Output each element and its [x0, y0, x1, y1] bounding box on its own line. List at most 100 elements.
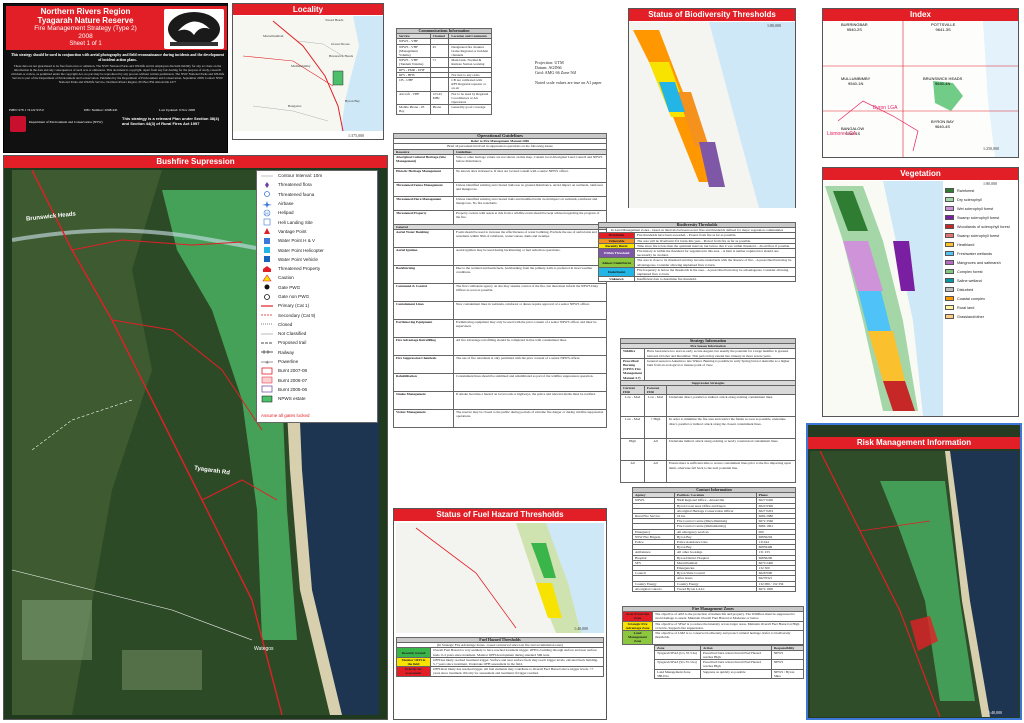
bushfire-panel: Bushfire Supression Brunswick Heads Tyag… — [3, 155, 388, 720]
supp-current: Low - Mod — [619, 394, 646, 418]
guideline-row: Historic Heritage Management No known sit… — [393, 167, 607, 183]
guideline-resource: Visitor Management — [393, 409, 454, 429]
legend-label: Railway — [278, 349, 295, 355]
locality-place-4: Tweed Heads — [325, 18, 344, 22]
fuel-row: Recently treated Overall Fuel Hazard is v… — [396, 647, 604, 658]
legend-item: Threatened fauna — [257, 190, 377, 199]
fuel-row: Monitor OFH in the field OFH has likely r… — [396, 656, 604, 668]
guideline-resource: Aerial Water Bombing — [393, 229, 454, 249]
guideline-row: Earthmoving Equipment Earthmoving equipme… — [393, 319, 607, 339]
zone-label: Land Management Zone — [622, 630, 653, 645]
guideline-row: Rehabilitation Containment lines should b… — [393, 373, 607, 393]
vegetation-legend: Rainforest Dry sclerophyll Wet sclerophyll… — [945, 186, 1017, 321]
supp-forecast: > High — [644, 416, 668, 440]
guideline-row: Threatened Property Property owners with … — [393, 209, 607, 225]
zones-table: Fire Management Zones Asset Protection Z… — [622, 605, 804, 645]
veg-label: Grassland/other — [957, 314, 985, 319]
fuel-map — [396, 523, 604, 633]
veg-swatch — [945, 269, 954, 274]
guideline-row: Smoke Management If smoke becomes a hazar… — [393, 391, 607, 411]
vegetation-scale: 1:80,000 — [983, 181, 998, 186]
contacts-table: Contact Information Agency Position / Lo… — [632, 486, 797, 593]
legend-item: Airbase — [257, 199, 377, 208]
index-tile-3[interactable]: MULLUMBIMBY 9540-1N — [841, 76, 870, 86]
legend-item: Not Classified — [257, 329, 377, 338]
index-tile-1[interactable]: BURRINGBAR 9540-2S — [841, 22, 868, 32]
tile-code: 9641-3S — [935, 27, 951, 32]
comms-row: NPWS - VHF (Tandem Volume) 71 Main Link. N… — [396, 57, 492, 68]
supp-text: In order to minimise the fire area and r… — [666, 416, 796, 440]
fuel-label: Monitor OFH in the field — [396, 656, 431, 668]
legend-label: Burnt 2007-08 — [278, 368, 308, 374]
comms-table: Communications Information Service Chann… — [396, 27, 492, 115]
veg-swatch — [945, 287, 954, 292]
zone-action-row: Tyagarah SFAZ (LG 55.3 ha) Prescribed bur… — [654, 649, 805, 661]
locality-place-7: Bangalow — [288, 104, 302, 108]
legend-item: Secondary (Cat 9) — [257, 310, 377, 319]
guideline-resource: Aerial Ignition — [393, 247, 454, 267]
guideline-text: Due to the wetland and heath fuels, back… — [453, 265, 607, 285]
legend-label: Heli Landing Site — [278, 219, 313, 225]
guideline-resource: Containment Lines — [393, 301, 454, 321]
bushfire-legend: Contour Interval: 10m Threatened flora Thr… — [256, 170, 378, 423]
projection-line-3: Grid: AMG 66 Zone 56J — [535, 70, 577, 75]
index-tile-2[interactable]: POTTSVILLE 9641-3S — [931, 22, 955, 32]
fuel-title: Status of Fuel Hazard Thresholds — [394, 509, 606, 521]
bio-text: The area is close to its threshold and m… — [634, 257, 796, 268]
veg-swatch — [945, 233, 954, 238]
guideline-text: All fire advantage retrofilling should b… — [453, 337, 607, 357]
legend-label: Caution — [278, 275, 294, 281]
zone-action-cell: Prescribed burn when Overall Fuel Hazard… — [699, 659, 772, 670]
comms-cell: 71 — [429, 57, 450, 68]
legend-label: Airbase — [278, 201, 294, 207]
supp-row: All All Ensure there is sufficient time to… — [619, 460, 796, 484]
legend-item: Water Point Helicopter — [257, 245, 377, 254]
guideline-resource: Rehabilitation — [393, 373, 454, 393]
vegetation-title: Vegetation — [823, 168, 1018, 180]
comms-cell: Aircraft - VHF — [396, 90, 431, 106]
contact-cell: Aboriginal contacts — [632, 585, 675, 593]
veg-legend-item: Swamp sclerophyll forest — [945, 231, 1017, 240]
legend-label: Water Point H & V — [278, 238, 316, 244]
veg-label: Dry sclerophyll — [957, 197, 982, 202]
legend-label: Powerline — [278, 359, 299, 365]
fuel-scale: 1:40,000 — [574, 626, 589, 631]
legend-item: Gate non PWG — [257, 292, 377, 301]
guideline-resource: Threatened Fauna Management — [393, 181, 454, 197]
guideline-row: Threatened Fauna Management Unless identi… — [393, 181, 607, 197]
guideline-resource: Earthmoving Equipment — [393, 319, 454, 339]
legend-label: Gate PWG — [278, 284, 301, 290]
veg-label: Swamp sclerophyll forest — [957, 215, 1000, 220]
strategy-panel: Strategy Information Fire Season Informa… — [619, 337, 796, 484]
veg-label: Woodlands of sclerophyll forest — [957, 224, 1010, 229]
bio-text: Fire history is within the threshold for… — [634, 247, 796, 259]
biodiversity-title: Status of Biodiversity Thresholds — [629, 9, 795, 21]
comms-cell: Mobile Phone - 03 Bay — [396, 104, 431, 115]
veg-swatch — [945, 224, 954, 229]
veg-legend-item: Disturbed — [945, 285, 1017, 294]
dept-text: Department of Environment and Conservati… — [29, 120, 103, 124]
legend-item: Closed — [257, 320, 377, 329]
zones-sub-table: Zone Action Responsibility Tyagarah SFAZ… — [654, 644, 805, 680]
guideline-resource: Fire Advantage Retrofilling — [393, 337, 454, 357]
year-title: 2008 — [78, 33, 93, 40]
veg-swatch — [945, 242, 954, 247]
legend-item: Burnt 2005-06 — [257, 385, 377, 394]
fuel-label: Recently treated — [396, 647, 431, 658]
veg-label: Disturbed — [957, 287, 974, 292]
contact-cell: Tweed Byron LALC — [673, 585, 757, 593]
biodiversity-map — [629, 22, 795, 208]
comms-cell: NPWS - VHF (Management Volume) — [396, 43, 431, 59]
tile-code: 9540-1N — [848, 81, 864, 86]
veg-swatch — [945, 314, 954, 319]
guideline-row: Containment Lines New containment lines i… — [393, 301, 607, 321]
veg-swatch — [945, 278, 954, 283]
index-tile-6[interactable]: BYRON BAY 9640-4S — [931, 119, 954, 129]
veg-legend-item: Rainforest — [945, 186, 1017, 195]
legend-label: NPWS estate — [278, 396, 306, 402]
legend-item: Vantage Point — [257, 227, 377, 236]
veg-swatch — [945, 296, 954, 301]
index-tile-4[interactable]: BRUNSWICK HEADS 9640-4N — [923, 76, 962, 86]
guideline-text: Property owners with assets at risk from… — [453, 209, 607, 225]
fuel-label: Priority for assessment — [396, 666, 431, 677]
